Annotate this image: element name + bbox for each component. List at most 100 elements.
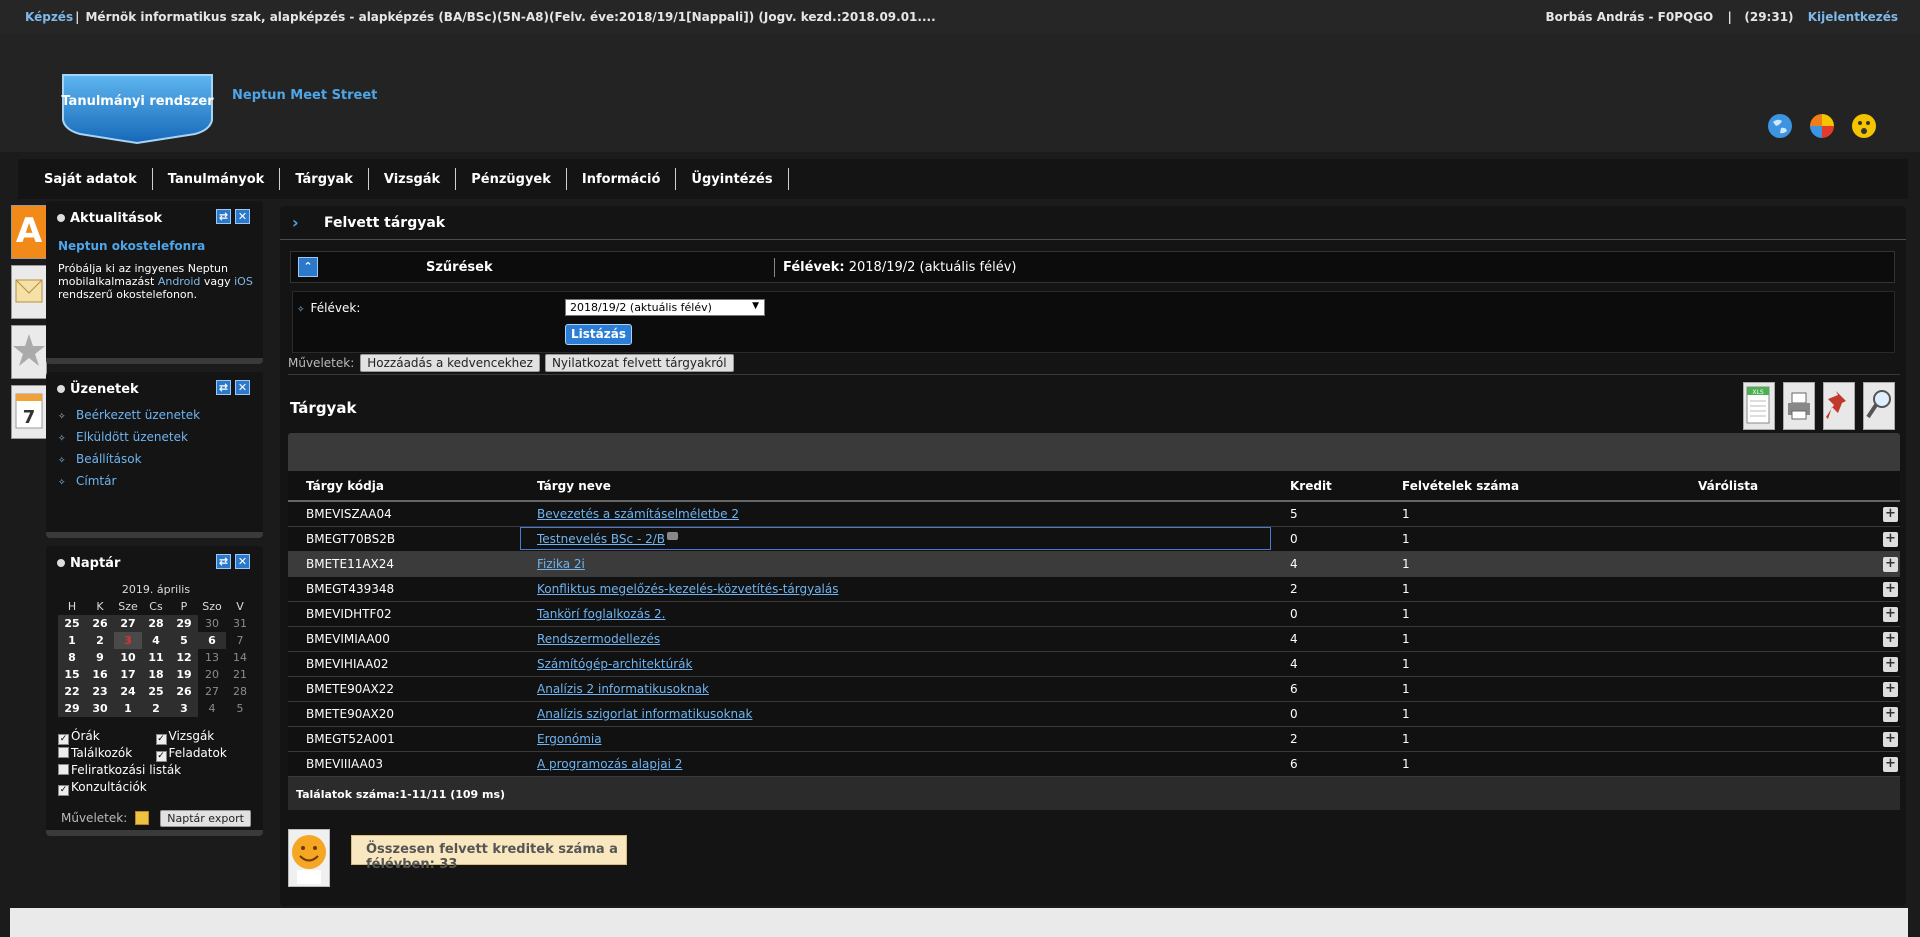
plus-icon[interactable]: + [1883,531,1898,547]
calendar-day[interactable]: 1 [58,632,86,649]
calendar-day[interactable]: 9 [86,649,114,666]
nav-sajat-adatok[interactable]: Saját adatok [18,168,153,190]
plus-icon[interactable]: + [1883,681,1898,697]
subject-link[interactable]: Fizika 2i [537,557,585,571]
subject-link[interactable]: Számítógép-architektúrák [537,657,692,671]
table-row[interactable]: BMEVIIIAA03 A programozás alapjai 2 6 1 … [288,751,1900,777]
plus-icon[interactable]: + [1883,606,1898,622]
close-icon[interactable]: ✕ [235,380,250,395]
table-row[interactable]: BMEGT52A001 Ergonómia 2 1 + [288,726,1900,752]
calendar-day[interactable]: 18 [142,666,170,683]
calendar-day[interactable]: 24 [114,683,142,700]
orak-checkbox[interactable]: ✓ Órák [58,729,152,745]
table-row[interactable]: BMEVIHIAA02 Számítógép-architektúrák 4 1… [288,651,1900,677]
ios-link[interactable]: iOS [234,275,253,288]
table-row[interactable]: BMEGT439348 Konfliktus megelőzés-kezelés… [288,576,1900,602]
table-row[interactable]: BMETE90AX22 Analízis 2 informatikusoknak… [288,676,1900,702]
print-icon[interactable] [1783,382,1815,430]
calendar-day[interactable]: 4 [142,632,170,649]
refresh-icon[interactable]: ⇄ [216,554,231,569]
rail-aktualitasok-icon[interactable]: A [11,205,47,259]
calendar-day[interactable]: 5 [226,700,254,717]
color-wheel-icon[interactable] [1808,112,1836,140]
calendar-day[interactable]: 11 [142,649,170,666]
calendar-day[interactable]: 15 [58,666,86,683]
table-row[interactable]: BMEVISZAA04 Bevezetés a számításelméletb… [288,501,1900,527]
subject-link[interactable]: Konfliktus megelőzés-kezelés-közvetítés-… [537,582,838,596]
table-row[interactable]: BMEVIDHTF02 Tankörí foglalkozás 2. 0 1 + [288,601,1900,627]
subject-link[interactable]: Tankörí foglalkozás 2. [537,607,665,621]
calendar-day[interactable]: 21 [226,666,254,683]
collapse-up-icon[interactable]: ⌃ [298,257,318,277]
col-header-code[interactable]: Tárgy kódja [288,471,519,502]
calendar-day[interactable]: 14 [226,649,254,666]
msg-item-directory[interactable]: ✧ Címtár [58,474,263,496]
calendar-day[interactable]: 29 [58,700,86,717]
subject-link[interactable]: Rendszermodellezés [537,632,660,646]
col-header-kredit[interactable]: Kredit [1272,471,1384,502]
table-row[interactable]: BMEGT70BS2B Testnevelés BSc - 2/B 0 1 + [288,526,1900,552]
pin-icon[interactable] [1823,382,1855,430]
subject-link[interactable]: Analízis szigorlat informatikusoknak [537,707,752,721]
nav-penzugyek[interactable]: Pénzügyek [456,168,567,190]
feliratkozasi-checkbox[interactable]: Feliratkozási listák [58,763,181,777]
calendar-day[interactable]: 28 [142,615,170,632]
calendar-day[interactable]: 1 [114,700,142,717]
subject-link[interactable]: A programozás alapjai 2 [537,757,682,771]
nav-vizsgak[interactable]: Vizsgák [369,168,457,190]
meet-street-link[interactable]: Neptun Meet Street [232,88,377,103]
plus-icon[interactable]: + [1883,631,1898,647]
xls-icon[interactable]: XLS [1743,382,1775,430]
table-row[interactable]: BMETE11AX24 Fizika 2i 4 1 + [288,551,1900,577]
calendar-day[interactable]: 5 [170,632,198,649]
calendar-day[interactable]: 16 [86,666,114,683]
calendar-day[interactable]: 26 [86,615,114,632]
refresh-icon[interactable]: ⇄ [216,380,231,395]
calendar-day-today[interactable]: 3 [114,632,142,649]
subject-link[interactable]: Ergonómia [537,732,602,746]
table-row[interactable]: BMETE90AX20 Analízis szigorlat informati… [288,701,1900,727]
calendar-day[interactable]: 26 [170,683,198,700]
course-text[interactable]: Mérnök informatikus szak, alapképzés - a… [85,10,935,24]
calendar-day[interactable]: 22 [58,683,86,700]
kepzes-link[interactable]: Képzés [25,10,73,24]
subject-link[interactable]: Bevezetés a számításelméletbe 2 [537,507,739,521]
logo[interactable]: Tanulmányi rendszer [60,72,215,144]
plus-icon[interactable]: + [1883,731,1898,747]
calendar-day[interactable]: 31 [226,615,254,632]
calendar-day[interactable]: 17 [114,666,142,683]
naptar-export-button[interactable]: Naptár export [160,810,251,827]
calendar-day[interactable]: 19 [170,666,198,683]
calendar-day[interactable]: 4 [198,700,226,717]
search-icon[interactable] [1863,382,1895,430]
col-header-name[interactable]: Tárgy neve [519,471,1272,502]
calendar-day[interactable]: 6 [198,632,226,649]
calendar-day[interactable]: 23 [86,683,114,700]
calendar-day[interactable]: 29 [170,615,198,632]
calendar-day[interactable]: 25 [142,683,170,700]
calendar-day[interactable]: 12 [170,649,198,666]
rail-calendar-icon[interactable]: 7 [11,385,47,439]
calendar-day[interactable]: 27 [198,683,226,700]
calendar-day[interactable]: 30 [86,700,114,717]
smiley-icon[interactable] [1850,112,1878,140]
calendar-day[interactable]: 30 [198,615,226,632]
col-header-varolista[interactable]: Várólista [1680,471,1865,502]
refresh-icon[interactable]: ⇄ [216,209,231,224]
nav-tanulmanyok[interactable]: Tanulmányok [153,168,281,190]
calendar-day[interactable]: 10 [114,649,142,666]
plus-icon[interactable]: + [1883,756,1898,772]
news-headline[interactable]: Neptun okostelefonra [58,239,253,253]
plus-icon[interactable]: + [1883,656,1898,672]
export-small-icon[interactable] [134,811,149,825]
nav-ugyintezes[interactable]: Ügyintézés [676,168,789,190]
close-icon[interactable]: ✕ [235,209,250,224]
subject-link[interactable]: Testnevelés BSc - 2/B [537,532,665,546]
col-header-felvetelek[interactable]: Felvételek száma [1384,471,1680,502]
calendar-day[interactable]: 2 [86,632,114,649]
listazas-button[interactable]: Listázás [565,324,632,345]
calendar-day[interactable]: 2 [142,700,170,717]
calendar-day[interactable]: 25 [58,615,86,632]
plus-icon[interactable]: + [1883,581,1898,597]
logout-link[interactable]: Kijelentkezés [1808,10,1898,24]
